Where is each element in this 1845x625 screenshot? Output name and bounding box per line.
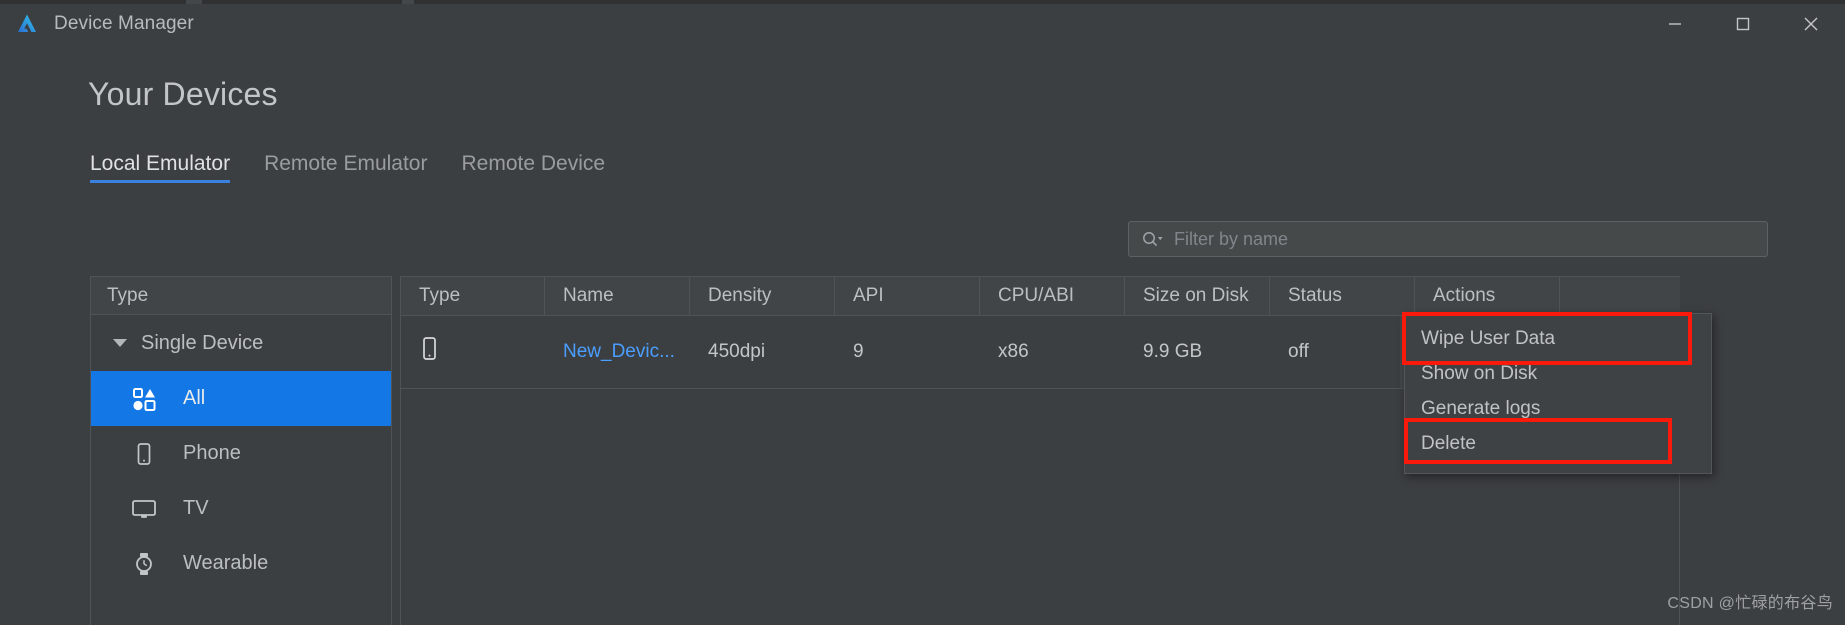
watch-icon xyxy=(131,551,157,577)
cell-type xyxy=(400,316,545,388)
menu-item-wipe-user-data[interactable]: Wipe User Data xyxy=(1405,321,1711,356)
watermark: CSDN @忙碌的布谷鸟 xyxy=(1667,595,1833,612)
column-header-type[interactable]: Type xyxy=(400,277,545,315)
search-icon xyxy=(1141,230,1163,248)
all-devices-icon xyxy=(131,386,157,412)
sidebar-item-label: All xyxy=(183,387,206,409)
window-title: Device Manager xyxy=(54,13,194,34)
chevron-down-icon[interactable] xyxy=(113,339,127,347)
device-type-sidebar: Type Single Device All Phone TV Wearable xyxy=(90,276,392,625)
table-header-row: Type Name Density API CPU/ABI Size on Di… xyxy=(400,276,1680,316)
sidebar-item-label: TV xyxy=(183,497,209,519)
filter-field[interactable] xyxy=(1128,221,1768,257)
cell-name[interactable]: New_Devic... xyxy=(545,316,690,388)
menu-item-delete[interactable]: Delete xyxy=(1405,426,1711,461)
tv-icon xyxy=(131,496,157,522)
phone-icon xyxy=(418,336,440,368)
page-content: Your Devices Local Emulator Remote Emula… xyxy=(0,44,1845,625)
cell-size-on-disk: 9.9 GB xyxy=(1143,341,1203,362)
tree-group-single-device[interactable]: Single Device xyxy=(91,315,391,371)
filter-input[interactable] xyxy=(1163,222,1767,256)
tree-group-label: Single Device xyxy=(141,331,264,354)
sidebar-header-type: Type xyxy=(91,277,391,315)
minimize-button[interactable] xyxy=(1641,4,1709,44)
sidebar-item-phone[interactable]: Phone xyxy=(91,426,391,481)
cell-cpu-abi: x86 xyxy=(998,341,1029,362)
close-button[interactable] xyxy=(1777,4,1845,44)
table-scrollbar[interactable] xyxy=(1835,276,1845,625)
page-title: Your Devices xyxy=(88,76,278,112)
window-controls xyxy=(1641,4,1845,44)
phone-icon xyxy=(131,441,157,467)
menu-item-show-on-disk[interactable]: Show on Disk xyxy=(1405,356,1711,391)
device-source-tabs: Local Emulator Remote Emulator Remote De… xyxy=(90,152,605,183)
device-context-menu: Wipe User Data Show on Disk Generate log… xyxy=(1404,313,1712,474)
tab-remote-emulator[interactable]: Remote Emulator xyxy=(264,152,427,183)
sidebar-item-label: Phone xyxy=(183,442,241,464)
sidebar-item-label: Wearable xyxy=(183,552,269,574)
tab-remote-device[interactable]: Remote Device xyxy=(461,152,605,183)
menu-item-generate-logs[interactable]: Generate logs xyxy=(1405,391,1711,426)
column-header-name[interactable]: Name xyxy=(545,277,690,315)
android-studio-logo-icon xyxy=(14,11,40,37)
maximize-button[interactable] xyxy=(1709,4,1777,44)
column-header-actions[interactable]: Actions xyxy=(1415,277,1560,315)
device-manager-window: Device Manager Your Devices Local Emulat… xyxy=(0,0,1845,625)
title-bar: Device Manager xyxy=(0,4,1845,44)
cell-api: 9 xyxy=(853,341,864,362)
column-header-cpu-abi[interactable]: CPU/ABI xyxy=(980,277,1125,315)
sidebar-item-all[interactable]: All xyxy=(91,371,391,426)
column-header-density[interactable]: Density xyxy=(690,277,835,315)
column-header-size-on-disk[interactable]: Size on Disk xyxy=(1125,277,1270,315)
cell-status: off xyxy=(1288,341,1309,362)
sidebar-item-tv[interactable]: TV xyxy=(91,481,391,536)
tab-local-emulator[interactable]: Local Emulator xyxy=(90,152,231,183)
column-header-status[interactable]: Status xyxy=(1270,277,1415,315)
cell-density: 450dpi xyxy=(708,341,766,362)
sidebar-item-wearable[interactable]: Wearable xyxy=(91,536,391,591)
column-header-api[interactable]: API xyxy=(835,277,980,315)
